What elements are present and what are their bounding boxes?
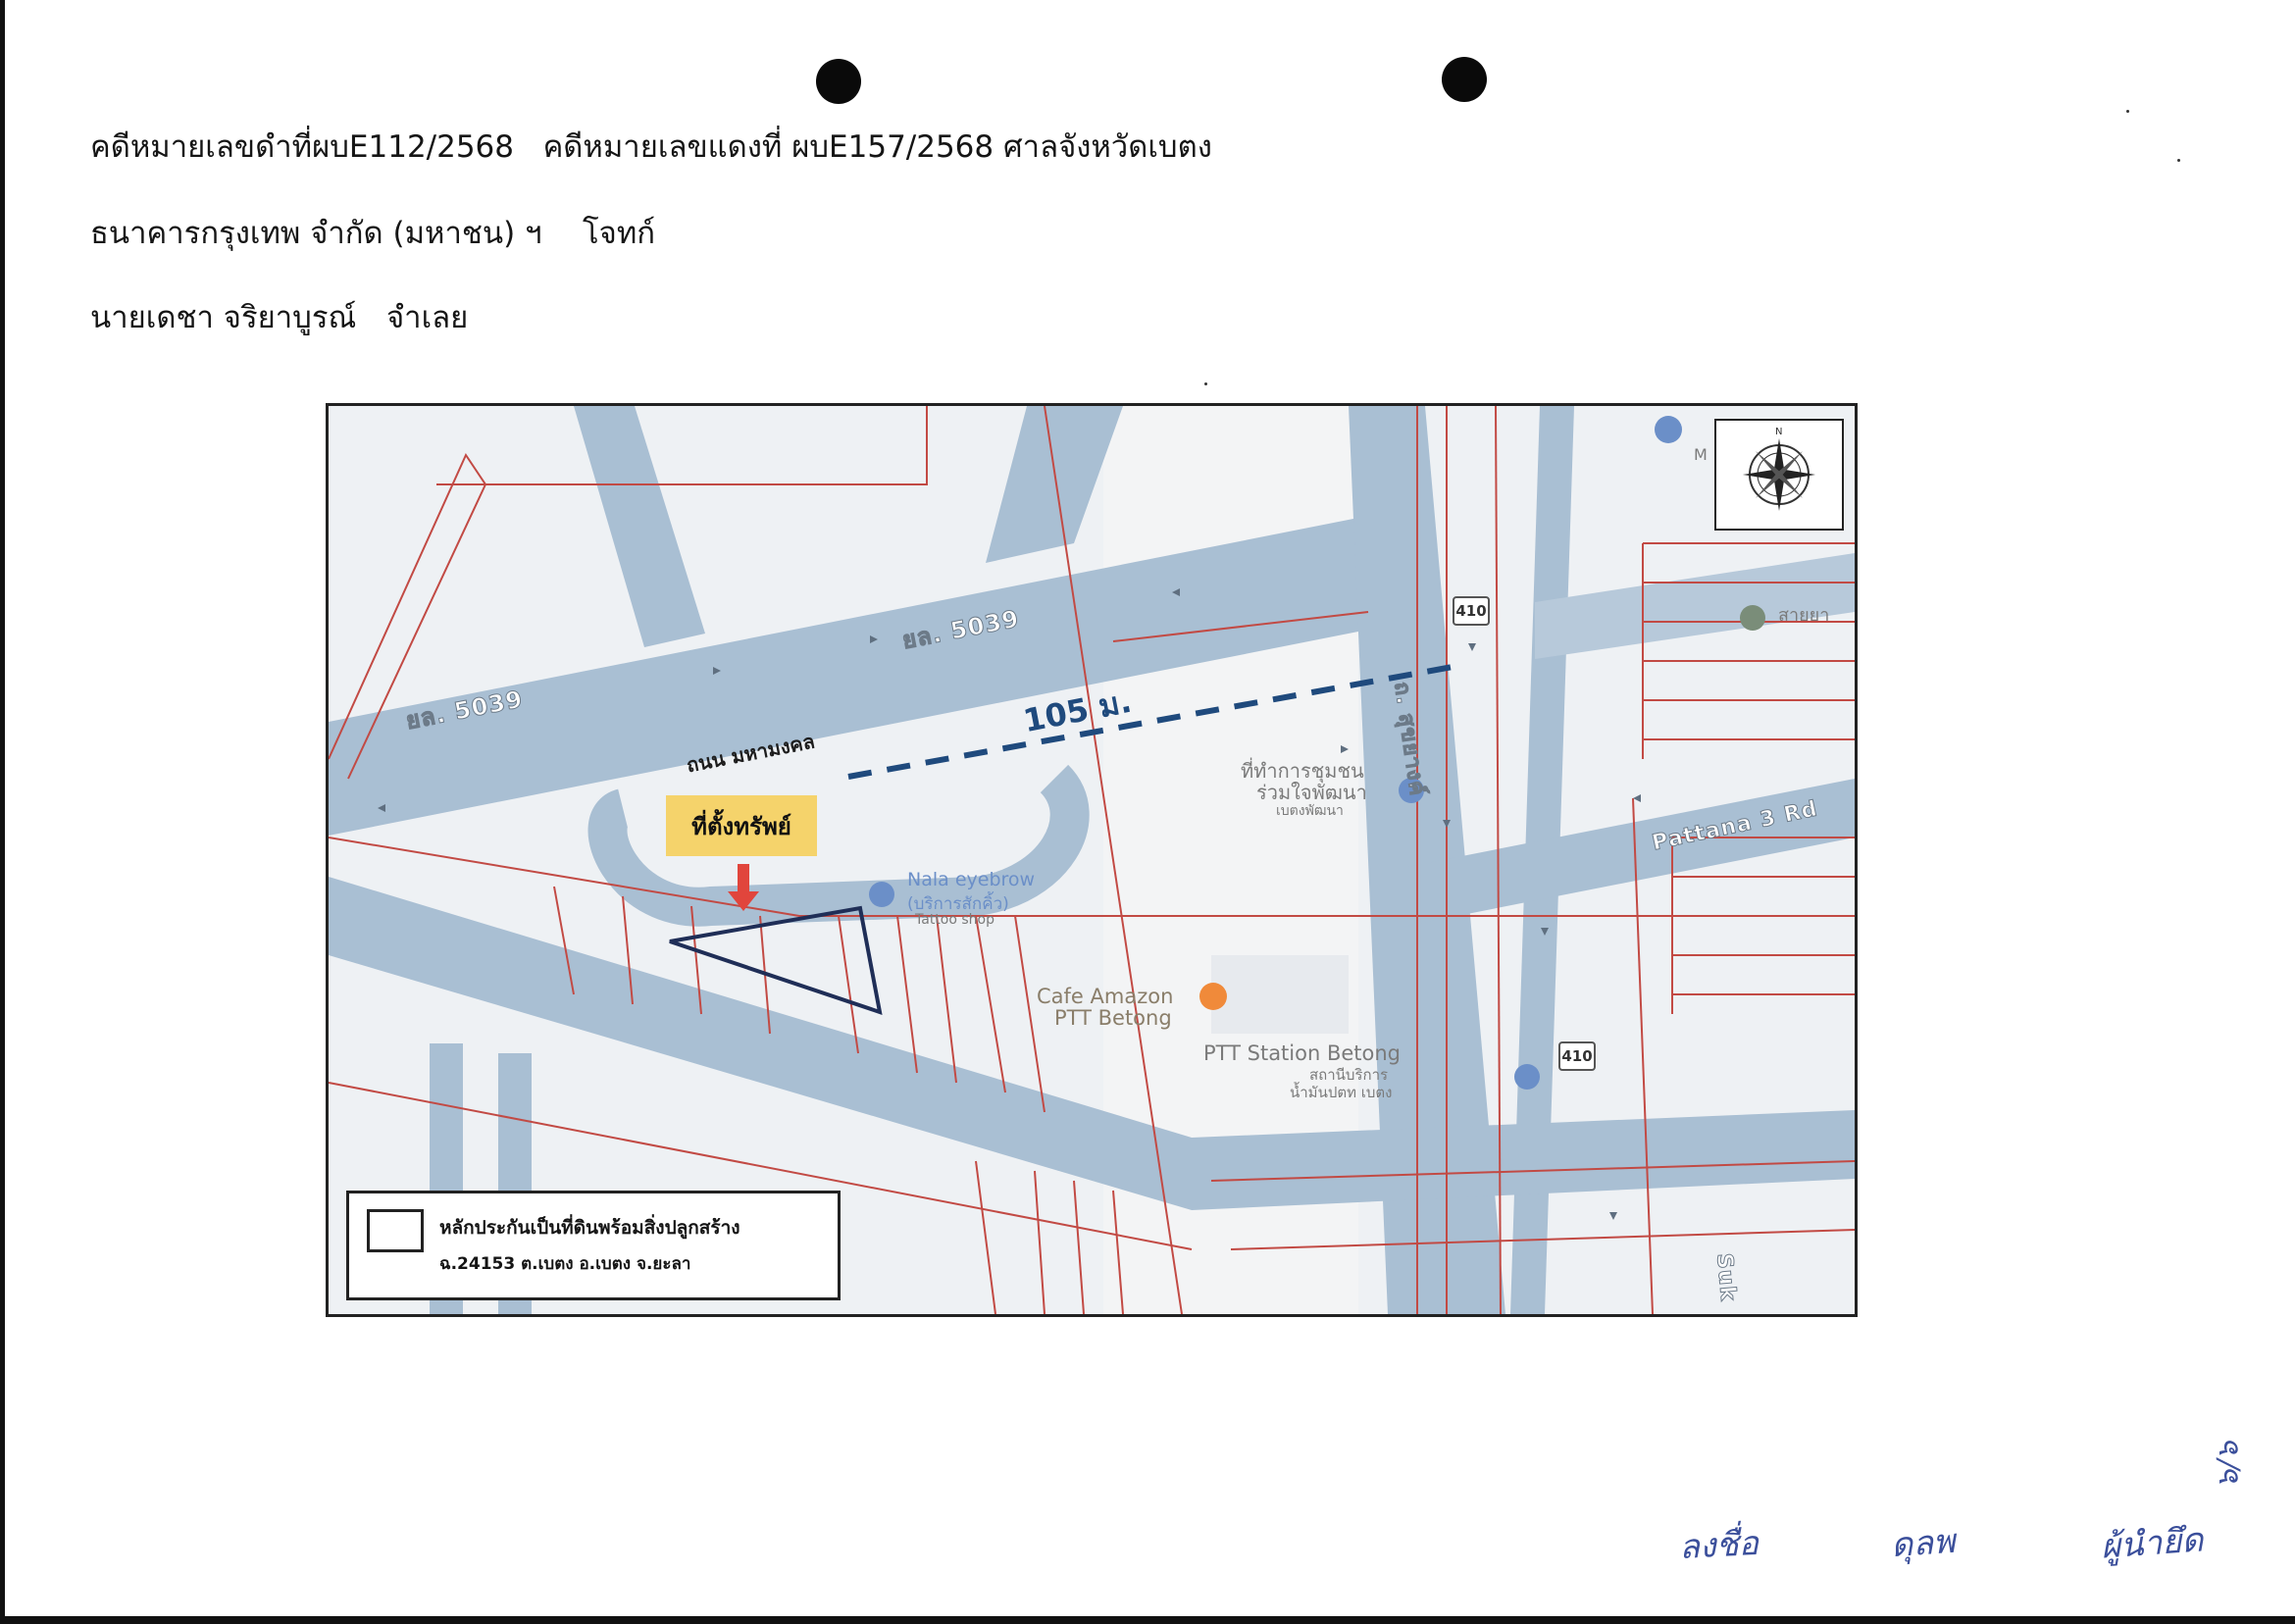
page-number-mark: ๖/๖	[2211, 1441, 2246, 1489]
property-location-map: ยล. 5039 ยล. 5039 ถนน มหามงคล 105 ม. ถ. …	[326, 403, 1858, 1317]
page-edge-left	[0, 0, 5, 1624]
plaintiff-name: ธนาคารกรุงเทพ จำกัด (มหาชน) ฯ	[90, 216, 542, 251]
defendant-role: จำเลย	[386, 300, 469, 335]
property-arrow	[738, 864, 749, 893]
road-label-suk: Suk	[1710, 1251, 1741, 1303]
map-legend: หลักประกันเป็นที่ดินพร้อมสิ่งปลูกสร้าง ฉ…	[346, 1191, 841, 1300]
defendant-name: นายเดชา จริยาบูรณ์	[90, 300, 357, 335]
map-graphics	[329, 406, 1855, 1314]
poi-top-right: M	[1694, 445, 1708, 464]
route-shield-410-top: 410	[1453, 596, 1490, 626]
poi-cafe-amazon: Cafe Amazon	[1037, 985, 1174, 1008]
scan-speck	[2177, 159, 2180, 162]
signature-sign: ลงชื่อ	[1678, 1523, 1760, 1568]
scan-speck	[2126, 110, 2129, 113]
route-shield-410-bottom: 410	[1558, 1041, 1596, 1071]
legend-collateral-text: หลักประกันเป็นที่ดินพร้อมสิ่งปลูกสร้าง	[439, 1217, 740, 1239]
compass-rose-icon: N	[1714, 419, 1844, 531]
page-edge-bottom	[0, 1616, 2295, 1624]
signature-mid: ดุลพ	[1889, 1521, 1957, 1566]
property-location-tag: ที่ตั้งทรัพย์	[666, 795, 817, 856]
poi-nala-eyebrow-3: Tattoo shop	[915, 912, 994, 928]
legend-title-deed-text: ฉ.24153 ต.เบตง อ.เบตง จ.ยะลา	[439, 1254, 691, 1274]
property-arrow-head	[728, 891, 759, 911]
poi-ptt-station: PTT Station Betong	[1203, 1041, 1402, 1065]
poi-nala-eyebrow: Nala eyebrow	[907, 869, 1036, 890]
svg-text:N: N	[1775, 427, 1782, 437]
poi-right: สายยา	[1778, 605, 1830, 626]
punch-hole-left	[816, 59, 861, 104]
case-number-line: คดีหมายเลขดำที่ผบE112/2568 คดีหมายเลขแดง…	[90, 129, 1212, 165]
scan-speck	[1204, 382, 1207, 385]
signature-seizer: ผู้นำยึด	[2099, 1520, 2205, 1567]
poi-community-office-3: เบตงพัฒนา	[1276, 803, 1344, 819]
legend-swatch	[367, 1209, 424, 1252]
poi-cafe-amazon-2: PTT Betong	[1054, 1006, 1172, 1030]
plaintiff-role: โจทก์	[583, 216, 656, 251]
punch-hole-right	[1442, 57, 1487, 102]
poi-ptt-station-3: น้ำมันปตท เบตง	[1290, 1084, 1393, 1101]
